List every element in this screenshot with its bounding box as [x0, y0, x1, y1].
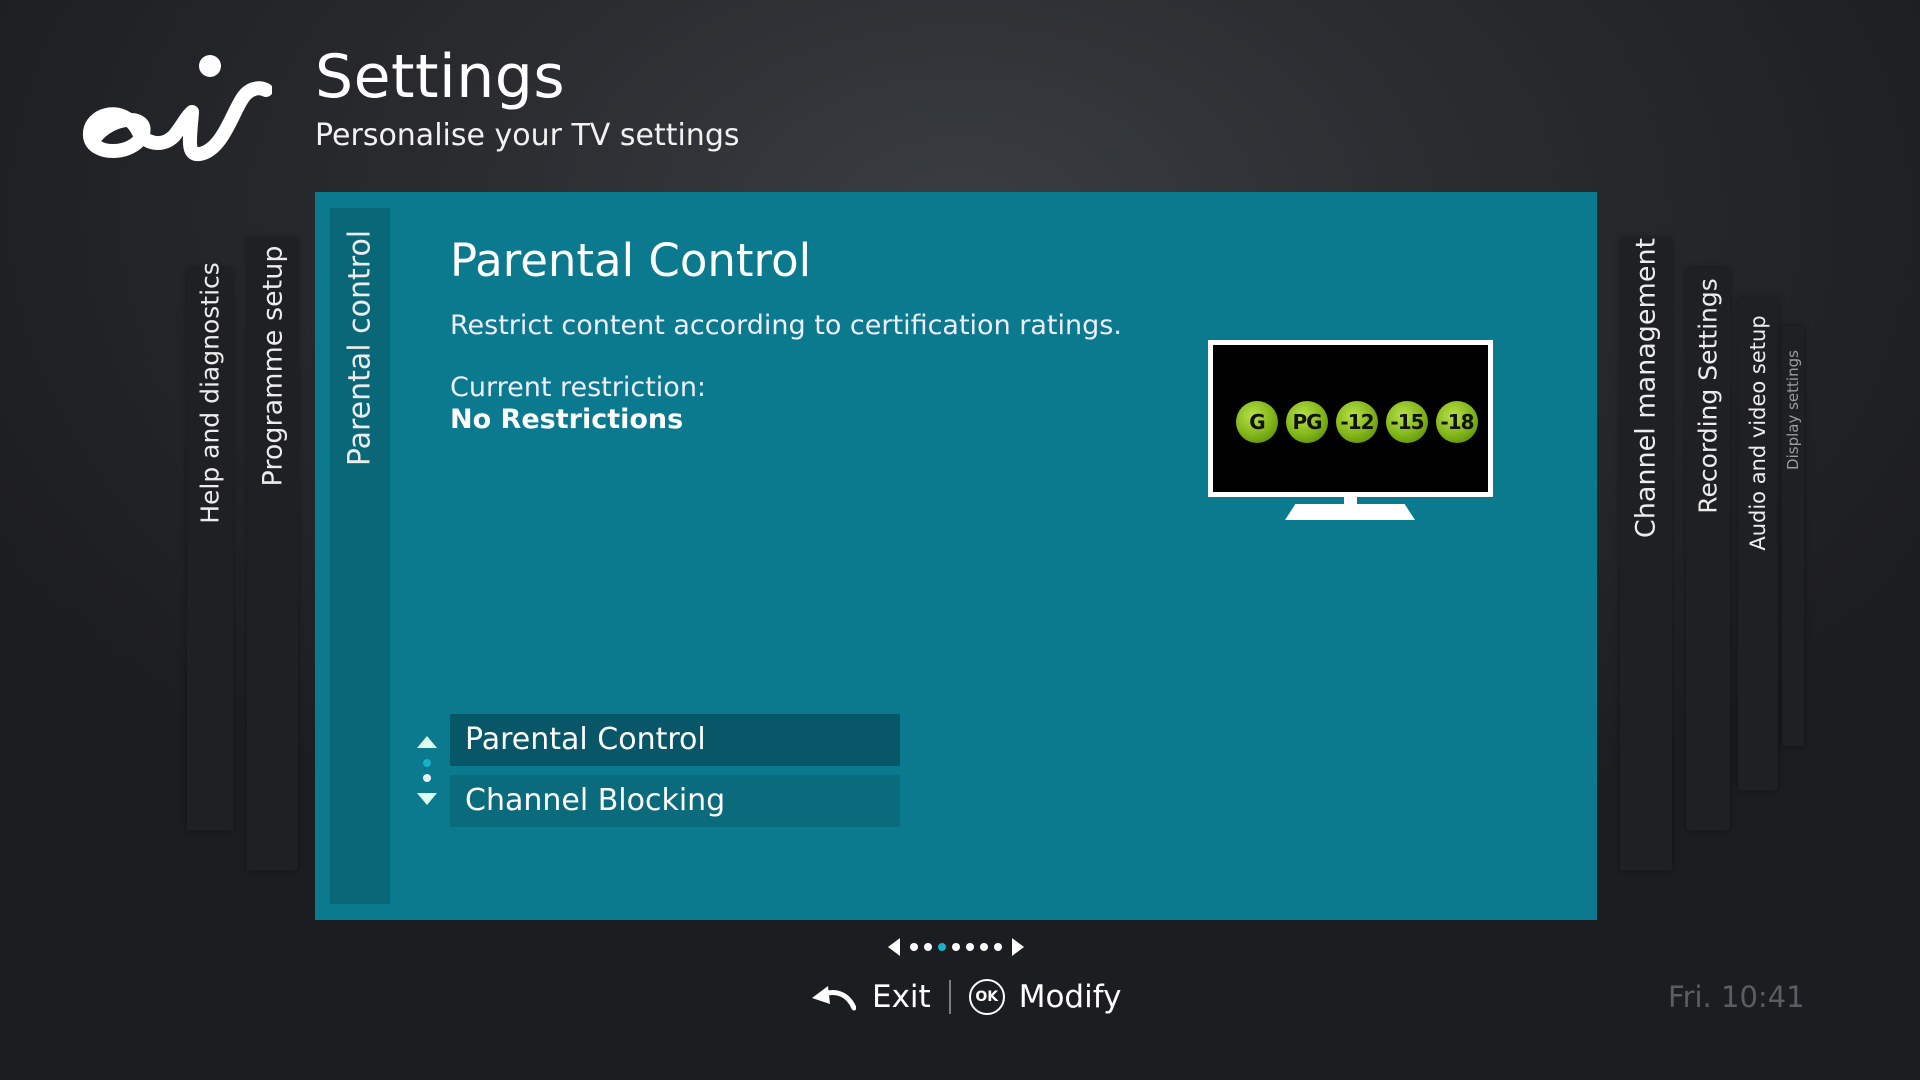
pager-left-icon[interactable]	[888, 938, 900, 956]
scroll-dot-icon	[423, 759, 431, 767]
tab-recording-settings[interactable]: Recording Settings	[1686, 268, 1730, 830]
rating-badge-18: -18	[1436, 401, 1478, 443]
tab-audio-and-video-setup[interactable]: Audio and video setup	[1738, 298, 1778, 790]
tab-label: Recording Settings	[1693, 278, 1723, 514]
tab-label: Help and diagnostics	[195, 262, 225, 524]
rating-badge-pg: PG	[1286, 401, 1328, 443]
ratings-row: G PG -12 -15 -18	[1236, 401, 1478, 443]
panel-description: Restrict content according to certificat…	[450, 310, 1122, 341]
tv-screen: G PG -12 -15 -18	[1208, 340, 1493, 497]
menu-item-parental-control[interactable]: Parental Control	[450, 714, 900, 766]
modify-label[interactable]: Modify	[1019, 979, 1122, 1015]
pager-right-icon[interactable]	[1012, 938, 1024, 956]
tab-display-settings[interactable]: Display settings	[1782, 326, 1804, 746]
tab-help-and-diagnostics[interactable]: Help and diagnostics	[187, 262, 233, 830]
rating-badge-15: -15	[1386, 401, 1428, 443]
pager-dot	[924, 943, 932, 951]
rating-badge-12: -12	[1336, 401, 1378, 443]
tab-channel-management[interactable]: Channel management	[1620, 238, 1672, 870]
back-arrow-icon[interactable]	[810, 980, 856, 1014]
scroll-down-icon[interactable]	[417, 793, 437, 805]
tab-parental-control[interactable]: Parental control	[330, 208, 390, 904]
tv-ratings-illustration: G PG -12 -15 -18	[1208, 340, 1493, 520]
current-restriction-label: Current restriction:	[450, 372, 707, 403]
current-restriction-value: No Restrictions	[450, 404, 684, 435]
tab-label: Programme setup	[257, 245, 288, 487]
page-indicator	[888, 938, 1024, 956]
pager-dot	[910, 943, 918, 951]
tv-stand-neck	[1344, 492, 1357, 504]
tv-stand-base	[1285, 504, 1415, 520]
pager-dot	[980, 943, 988, 951]
eir-logo	[83, 55, 272, 162]
tab-label: Audio and video setup	[1746, 315, 1770, 551]
tab-programme-setup[interactable]: Programme setup	[247, 238, 298, 870]
pager-dot	[966, 943, 974, 951]
tab-label: Parental control	[342, 229, 378, 467]
rating-badge-g: G	[1236, 401, 1278, 443]
scroll-dot-icon	[423, 774, 431, 782]
page-title: Settings	[315, 42, 566, 112]
tab-label: Channel management	[1630, 237, 1662, 539]
ok-button-icon[interactable]: OK	[968, 979, 1005, 1015]
exit-label[interactable]: Exit	[872, 979, 931, 1015]
footer-hints: Exit OK Modify	[810, 972, 1121, 1022]
clock: Fri. 10:41	[1668, 980, 1805, 1014]
page-subtitle: Personalise your TV settings	[315, 118, 740, 153]
tab-label: Display settings	[1784, 350, 1802, 470]
panel-title: Parental Control	[450, 234, 812, 287]
menu-item-channel-blocking[interactable]: Channel Blocking	[450, 775, 900, 827]
pager-dot	[952, 943, 960, 951]
parental-control-panel: Parental control Parental Control Restri…	[315, 192, 1597, 920]
scroll-up-icon[interactable]	[417, 736, 437, 748]
pager-dot	[994, 943, 1002, 951]
footer-divider	[948, 980, 951, 1014]
pager-dot-active	[938, 943, 946, 951]
